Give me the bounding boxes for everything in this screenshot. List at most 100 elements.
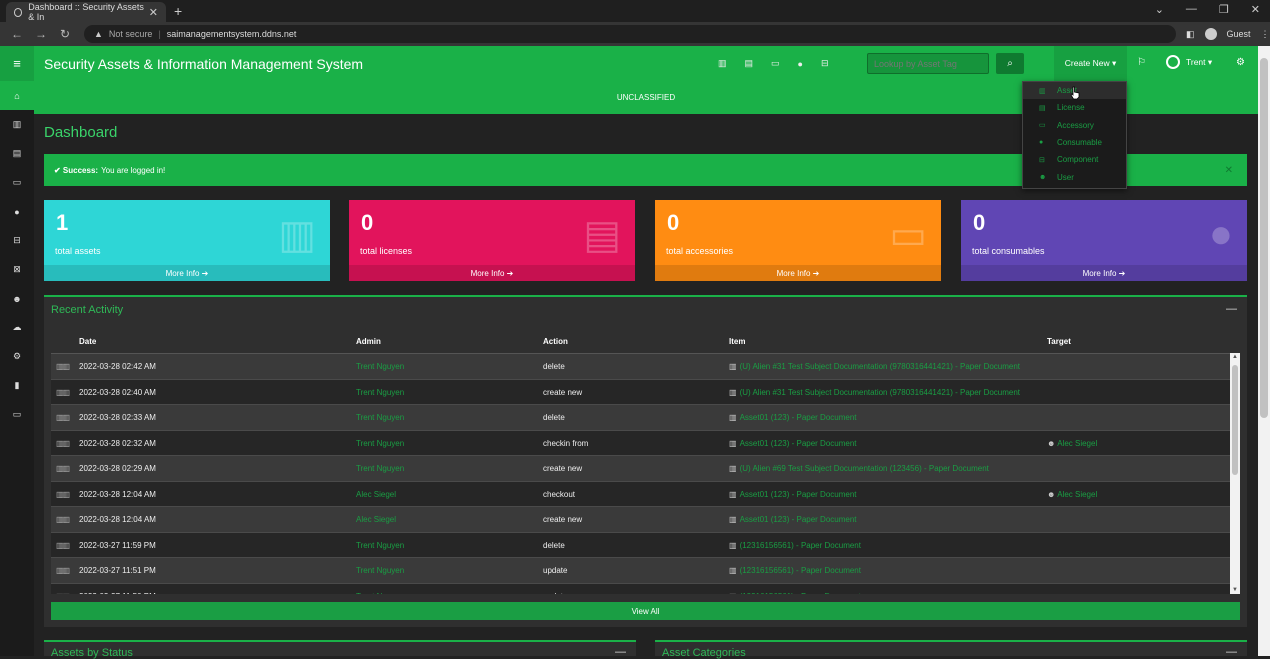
scroll-down-icon[interactable]: ▼ [1232,587,1238,593]
more-info-link[interactable]: More Info ➔ [655,265,941,281]
browser-tab[interactable]: Dashboard :: Security Assets & In ✕ [6,2,166,22]
user-menu[interactable]: Trent ▾ [1166,55,1212,69]
close-window-icon[interactable]: ✕ [1251,3,1260,16]
col-admin[interactable]: Admin [356,337,381,346]
new-tab-button[interactable]: + [174,3,182,19]
hdd-icon[interactable]: ⊟ [821,58,829,69]
row-item-link[interactable]: Asset01 (123) - Paper Document [740,439,857,448]
row-admin-link[interactable]: Trent Nguyen [356,362,404,371]
table-scroll-thumb[interactable] [1232,365,1238,475]
floppy-icon[interactable]: ▤ [745,58,754,69]
row-item-link[interactable]: (12316156561) - Paper Document [740,541,861,550]
col-target[interactable]: Target [1047,337,1071,346]
profile-avatar-icon[interactable] [1204,28,1217,40]
row-item-link[interactable]: Asset01 (123) - Paper Document [740,490,857,499]
sidebar-barcode-icon[interactable]: ▥ [0,110,34,139]
row-action: create new [543,387,583,397]
table-row: ▥▥ 2022-03-28 02:29 AM Trent Nguyen create … [51,456,1230,482]
minimize-icon[interactable]: — [1186,3,1197,16]
row-item: ▥ (U) Alien #31 Test Subject Documentatio… [729,388,1020,397]
row-item-link[interactable]: (U) Alien #31 Test Subject Documentation… [740,388,1020,397]
view-all-button[interactable]: View All [51,602,1240,620]
more-info-link[interactable]: More Info ➔ [961,265,1247,281]
create-license-item[interactable]: ▤ License [1023,99,1126,116]
collapse-icon[interactable]: — [615,646,626,658]
sidebar-component-icon[interactable]: ⊠ [0,255,34,284]
page-scrollbar[interactable] [1258,46,1270,656]
create-accessory-item[interactable]: ▭ Accessory [1023,117,1126,134]
table-scrollbar[interactable]: ▲ ▼ [1230,353,1240,594]
col-date[interactable]: Date [79,337,96,346]
kebab-menu-icon[interactable]: ⋮ [1261,29,1270,40]
row-target-link[interactable]: Alec Siegel [1057,439,1097,448]
more-info-link[interactable]: More Info ➔ [349,265,635,281]
row-admin-link[interactable]: Trent Nguyen [356,541,404,550]
row-item-link[interactable]: (U) Alien #69 Test Subject Documentation… [740,464,989,473]
power-icon [1166,55,1180,69]
sidebar-floppy-icon[interactable]: ▤ [0,139,34,168]
back-icon[interactable]: ← [10,27,24,41]
barcode-icon: ▥▥ [56,592,70,595]
row-action: delete [543,362,565,371]
col-action[interactable]: Action [543,337,568,346]
stat-number: 0 [667,210,680,235]
row-admin-link[interactable]: Trent Nguyen [356,464,404,473]
sidebar-cloud-icon[interactable]: ☁ [0,313,34,342]
hamburger-icon[interactable]: ≡ [0,46,34,81]
sidebar-gear-icon[interactable]: ⚙ [0,342,34,371]
settings-gear-icon[interactable]: ⚙ [1236,57,1245,68]
row-item: ▥ (U) Alien #69 Test Subject Documentatio… [729,464,989,473]
row-item-link[interactable]: (12316156561) - Paper Document [740,592,861,595]
row-item-link[interactable]: (12316156561) - Paper Document [740,566,861,575]
reload-icon[interactable]: ↻ [58,27,72,41]
row-admin-link[interactable]: Trent Nguyen [356,413,404,422]
alert-close-icon[interactable]: ✕ [1225,165,1233,176]
flag-icon[interactable]: ⚐ [1137,57,1146,68]
row-admin-link[interactable]: Trent Nguyen [356,439,404,448]
row-item: ▥ Asset01 (123) - Paper Document [729,515,857,524]
sidepanel-icon[interactable]: ◧ [1186,29,1195,40]
drop-icon[interactable]: ● [798,59,803,69]
sidebar-hdd-icon[interactable]: ⊟ [0,226,34,255]
brand-title[interactable]: Security Assets & Information Management… [44,56,363,72]
chevron-down-icon[interactable]: ⌄ [1155,3,1164,16]
collapse-icon[interactable]: — [1226,646,1237,658]
asset-tag-search-input[interactable] [867,53,989,74]
row-item-link[interactable]: Asset01 (123) - Paper Document [740,515,857,524]
row-admin-link[interactable]: Alec Siegel [356,515,396,524]
scroll-thumb[interactable] [1260,58,1268,418]
close-tab-icon[interactable]: ✕ [149,6,158,19]
collapse-icon[interactable]: — [1226,303,1237,315]
user-icon: ☻ [1039,173,1047,181]
row-item-link[interactable]: (U) Alien #31 Test Subject Documentation… [740,362,1020,371]
create-consumable-item[interactable]: ● Consumable [1023,134,1126,151]
sidebar-dashboard-icon[interactable]: ⌂ [0,81,34,110]
scroll-up-icon[interactable]: ▲ [1232,354,1238,360]
search-button[interactable]: ⌕ [996,53,1024,74]
row-admin-link[interactable]: Trent Nguyen [356,566,404,575]
forward-icon[interactable]: → [34,27,48,41]
row-admin-link[interactable]: Alec Siegel [356,490,396,499]
barcode-icon[interactable]: ▥ [718,58,727,69]
sidebar-laptop-icon[interactable]: ▭ [0,400,34,429]
create-user-item[interactable]: ☻ User [1023,168,1126,185]
row-admin-link[interactable]: Trent Nguyen [356,388,404,397]
col-item[interactable]: Item [729,337,745,346]
sidebar-chart-icon[interactable]: ▮ [0,371,34,400]
omnibox[interactable]: ▲ Not secure | saimanagementsystem.ddns.… [84,25,1176,43]
row-target-link[interactable]: Alec Siegel [1057,490,1097,499]
row-item-link[interactable]: Asset01 (123) - Paper Document [740,413,857,422]
maximize-icon[interactable]: ❐ [1219,3,1229,16]
barcode-icon: ▥ [729,413,737,422]
more-info-link[interactable]: More Info ➔ [44,265,330,281]
sidebar-users-icon[interactable]: ☻ [0,284,34,313]
create-new-button[interactable]: Create New ▾ [1054,46,1127,81]
sidebar-drop-icon[interactable]: ● [0,197,34,226]
sidebar-keyboard-icon[interactable]: ▭ [0,168,34,197]
row-admin-link[interactable]: Trent Nguyen [356,592,404,595]
row-date: 2022-03-28 02:40 AM [79,387,156,397]
create-component-item[interactable]: ⊟ Component [1023,151,1126,168]
profile-label[interactable]: Guest [1227,29,1251,39]
search-icon: ⌕ [1007,58,1013,69]
keyboard-icon[interactable]: ▭ [771,58,780,69]
